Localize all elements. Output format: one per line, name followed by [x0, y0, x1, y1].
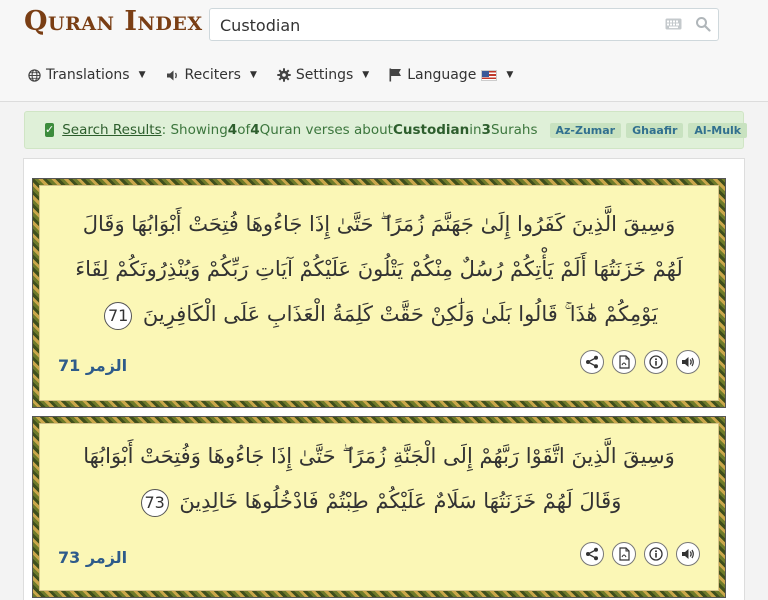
- share-button[interactable]: [580, 542, 604, 566]
- info-button[interactable]: [644, 350, 668, 374]
- banner-text: in: [469, 122, 482, 138]
- nav-language[interactable]: Language ▼: [389, 67, 513, 83]
- search-results-banner: ✓ Search Results : Showing 4 of 4 Quran …: [24, 111, 748, 149]
- nav-translations-label: Translations: [46, 67, 130, 83]
- info-icon: [649, 547, 663, 561]
- keyboard-icon[interactable]: [665, 17, 682, 31]
- surah-count: 3: [481, 122, 491, 138]
- search-term: Custodian: [392, 122, 470, 138]
- search-results-link[interactable]: Search Results: [62, 122, 161, 138]
- verse-frame: وَسِيقَ الَّذِينَ اتَّقَوْا رَبَّهُمْ إِ…: [39, 423, 719, 591]
- pdf-icon: [619, 355, 630, 369]
- gear-icon: [277, 68, 291, 82]
- us-flag-icon: [481, 69, 498, 81]
- pdf-button[interactable]: [612, 350, 636, 374]
- surah-tag-ghaafir[interactable]: Ghaafir: [626, 122, 684, 138]
- surah-tag-az-zumar[interactable]: Az-Zumar: [549, 122, 622, 138]
- nav-reciters-label: Reciters: [184, 67, 241, 83]
- main-nav: Translations ▼ Reciters ▼ Settings ▼ Lan…: [28, 62, 513, 88]
- share-icon: [586, 547, 598, 561]
- speaker-icon: [166, 70, 177, 80]
- site-logo[interactable]: Quran Index: [24, 6, 203, 37]
- banner-text: of: [237, 122, 251, 138]
- nav-settings[interactable]: Settings ▼: [277, 67, 369, 83]
- verse-reference[interactable]: الزمر 73: [58, 548, 127, 567]
- search-box: [209, 8, 719, 41]
- verse-card: وَسِيقَ الَّذِينَ كَفَرُوا إِلَىٰ جَهَنَ…: [33, 179, 725, 407]
- globe-icon: [28, 68, 41, 82]
- banner-text: Quran verses about: [259, 122, 393, 138]
- check-icon: ✓: [45, 123, 55, 137]
- share-button[interactable]: [580, 350, 604, 374]
- info-button[interactable]: [644, 542, 668, 566]
- chevron-down-icon: ▼: [362, 70, 370, 80]
- logo-text: Quran Index: [24, 6, 203, 37]
- pdf-icon: [619, 547, 630, 561]
- chevron-down-icon: ▼: [138, 70, 146, 80]
- chevron-down-icon: ▼: [249, 70, 257, 80]
- verse-card: وَسِيقَ الَّذِينَ اتَّقَوْا رَبَّهُمْ إِ…: [33, 417, 725, 597]
- banner-text: Surahs: [490, 122, 538, 138]
- flag-icon: [389, 68, 402, 82]
- pdf-button[interactable]: [612, 542, 636, 566]
- shown-count: 4: [227, 122, 238, 138]
- verse-reference[interactable]: الزمر 71: [58, 356, 127, 375]
- ayah-number: 71: [104, 301, 133, 330]
- nav-translations[interactable]: Translations ▼: [28, 67, 146, 83]
- audio-icon: [682, 357, 694, 367]
- nav-language-label: Language: [407, 67, 477, 83]
- play-audio-button[interactable]: [676, 350, 700, 374]
- nav-reciters[interactable]: Reciters ▼: [166, 67, 257, 83]
- verse-text-block: وَسِيقَ الَّذِينَ كَفَرُوا إِلَىٰ جَهَنَ…: [40, 186, 718, 337]
- search-input[interactable]: [220, 13, 660, 37]
- nav-settings-label: Settings: [295, 67, 354, 83]
- verse-actions: [580, 542, 700, 566]
- banner-text: : Showing: [161, 122, 228, 138]
- total-count: 4: [250, 122, 260, 138]
- verse-text: وَسِيقَ الَّذِينَ اتَّقَوْا رَبَّهُمْ إِ…: [83, 444, 675, 513]
- share-icon: [586, 355, 598, 369]
- verse-text-block: وَسِيقَ الَّذِينَ اتَّقَوْا رَبَّهُمْ إِ…: [40, 424, 718, 524]
- surah-tag-al-mulk[interactable]: Al-Mulk: [688, 122, 748, 138]
- audio-icon: [682, 549, 694, 559]
- site-header: Quran Index Custodian Translations ▼ Rec…: [0, 0, 768, 102]
- play-audio-button[interactable]: [676, 542, 700, 566]
- info-icon: [649, 355, 663, 369]
- search-icon[interactable]: [695, 16, 711, 32]
- verse-frame: وَسِيقَ الَّذِينَ كَفَرُوا إِلَىٰ جَهَنَ…: [39, 185, 719, 401]
- verse-text: وَسِيقَ الَّذِينَ كَفَرُوا إِلَىٰ جَهَنَ…: [75, 212, 683, 326]
- chevron-down-icon: ▼: [506, 70, 514, 80]
- verse-actions: [580, 350, 700, 374]
- ayah-number: 73: [140, 488, 169, 517]
